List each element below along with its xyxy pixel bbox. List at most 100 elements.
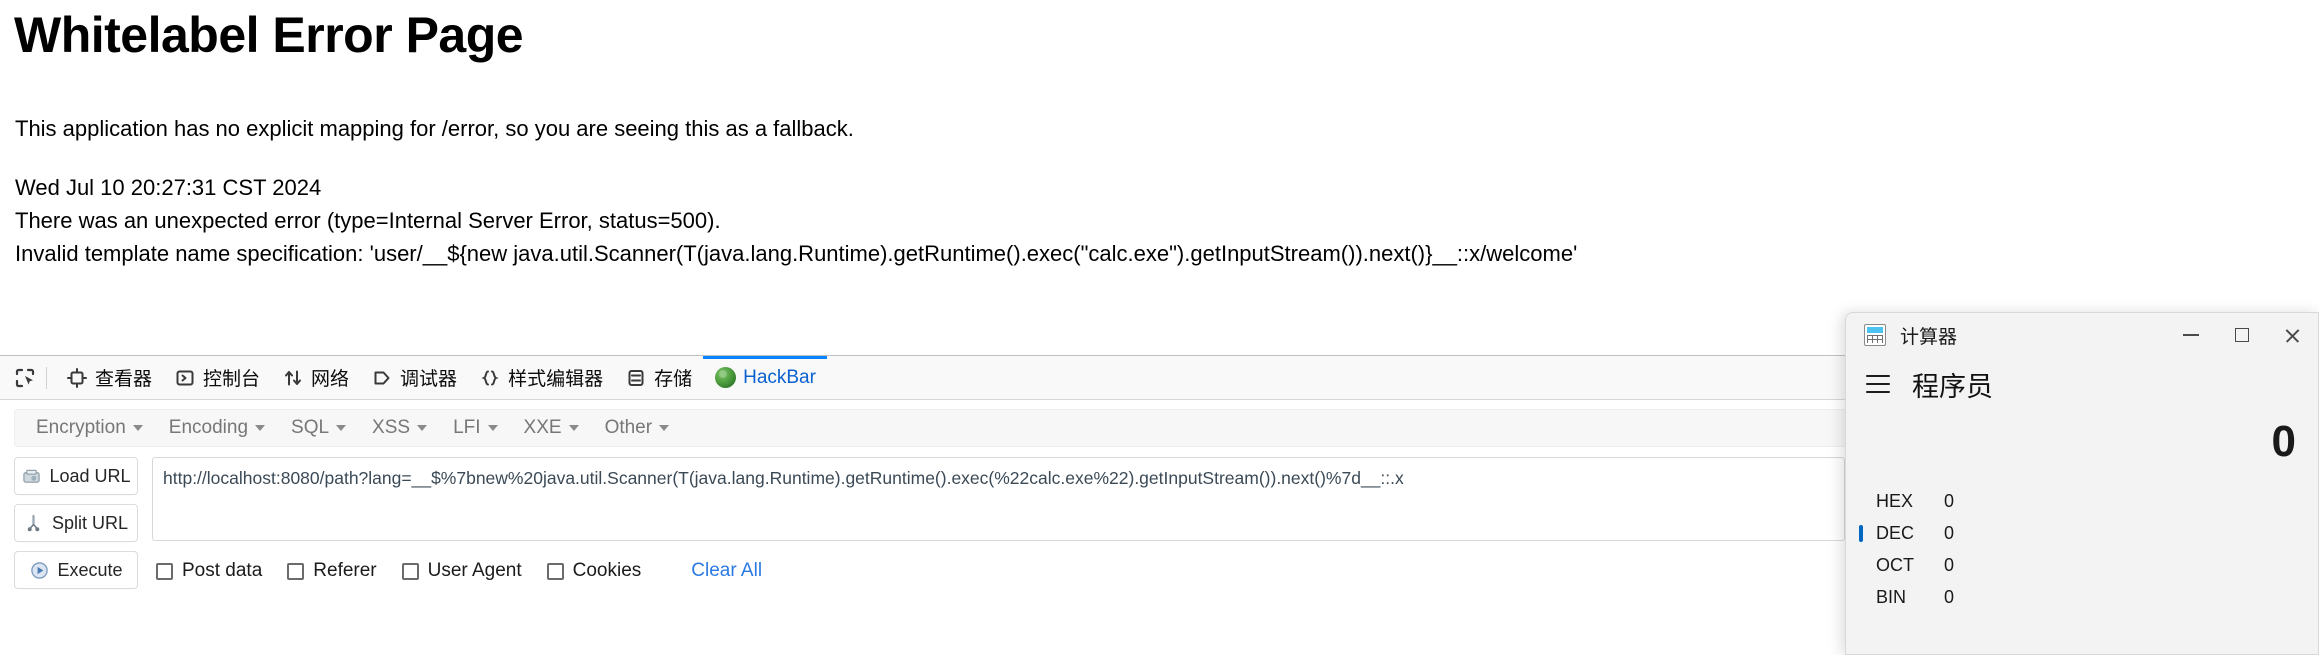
calculator-mode-row: 程序员 <box>1846 357 2318 403</box>
option-label: Cookies <box>572 560 642 581</box>
base-value: 0 <box>1944 586 1955 607</box>
menu-label: SQL <box>291 417 330 438</box>
tab-label: 样式编辑器 <box>508 369 604 390</box>
hamburger-menu-icon[interactable] <box>1866 375 1890 393</box>
base-name: DEC <box>1876 522 1915 543</box>
menu-label: XSS <box>372 417 411 438</box>
tab-label: 查看器 <box>95 369 153 390</box>
base-row-hex[interactable]: HEX 0 <box>1876 489 2318 513</box>
chevron-down-icon <box>255 425 266 431</box>
storage-icon <box>625 367 647 389</box>
calculator-mode-label: 程序员 <box>1912 371 1993 402</box>
base-row-oct[interactable]: OCT 0 <box>1876 553 2318 577</box>
base-name: BIN <box>1876 586 1907 607</box>
tab-debugger[interactable]: 调试器 <box>360 356 468 400</box>
checkbox[interactable] <box>287 562 305 580</box>
chevron-down-icon <box>568 425 579 431</box>
menu-xxe[interactable]: XXE <box>513 413 590 443</box>
base-row-dec[interactable]: DEC 0 <box>1859 521 2318 545</box>
debugger-icon <box>371 367 393 389</box>
button-label: Load URL <box>49 465 131 486</box>
base-name: OCT <box>1876 554 1914 575</box>
window-title: 计算器 <box>1900 326 1958 348</box>
base-row-bin[interactable]: BIN 0 <box>1876 585 2318 609</box>
calculator-titlebar: 计算器 <box>1846 313 2318 357</box>
menu-label: XXE <box>523 417 562 438</box>
load-url-icon <box>21 466 41 486</box>
menu-encryption[interactable]: Encryption <box>25 413 154 443</box>
menu-label: Encoding <box>168 417 249 438</box>
maximize-icon <box>2234 328 2249 342</box>
network-icon <box>282 367 304 389</box>
clear-all-link[interactable]: Clear All <box>691 560 762 582</box>
menu-other[interactable]: Other <box>594 413 681 443</box>
calculator-display: 0 <box>2271 417 2296 466</box>
option-post-data[interactable]: Post data <box>156 560 262 582</box>
chevron-down-icon <box>417 425 428 431</box>
calculator-icon <box>1864 324 1886 346</box>
tab-label: 控制台 <box>203 369 261 390</box>
execute-button[interactable]: Execute <box>14 551 138 589</box>
calculator-base-list: HEX 0 DEC 0 OCT 0 BIN 0 <box>1846 481 2318 609</box>
base-indicator <box>1859 493 1863 510</box>
error-summary: There was an unexpected error (type=Inte… <box>15 208 721 233</box>
load-url-button[interactable]: Load URL <box>14 457 138 495</box>
base-value: 0 <box>1944 522 1955 543</box>
toolbar-divider <box>46 366 47 389</box>
button-label: Split URL <box>51 512 129 533</box>
menu-encoding[interactable]: Encoding <box>158 413 276 443</box>
tab-console[interactable]: 控制台 <box>163 356 271 400</box>
screen: Whitelabel Error Page This application h… <box>0 0 2319 655</box>
menu-label: Other <box>604 417 653 438</box>
tab-inspector[interactable]: 查看器 <box>55 356 163 400</box>
option-label: Referer <box>313 560 377 581</box>
option-user-agent[interactable]: User Agent <box>401 560 522 582</box>
chevron-down-icon <box>659 425 670 431</box>
whitelabel-error-page: Whitelabel Error Page This application h… <box>0 0 2319 355</box>
tab-hackbar[interactable]: HackBar <box>703 355 827 400</box>
url-input[interactable]: http://localhost:8080/path?lang=__$%7bne… <box>152 457 1845 541</box>
tab-label: HackBar <box>743 366 816 388</box>
window-controls <box>2165 313 2318 357</box>
base-name: HEX <box>1876 490 1914 511</box>
option-label: Post data <box>182 560 263 581</box>
button-label: Execute <box>57 559 123 580</box>
fallback-notice: This application has no explicit mapping… <box>15 116 854 141</box>
tab-label: 存储 <box>654 369 693 390</box>
chevron-down-icon <box>132 425 143 431</box>
checkbox[interactable] <box>546 562 564 580</box>
inspector-icon <box>66 367 88 389</box>
base-value: 0 <box>1944 554 1955 575</box>
option-label: User Agent <box>427 560 522 581</box>
tab-network[interactable]: 网络 <box>271 356 360 400</box>
console-icon <box>174 367 196 389</box>
error-message: Invalid template name specification: 'us… <box>15 241 1578 266</box>
menu-xss[interactable]: XSS <box>361 413 438 443</box>
menu-lfi[interactable]: LFI <box>442 413 508 443</box>
base-indicator <box>1859 524 1863 542</box>
option-referer[interactable]: Referer <box>287 560 377 582</box>
page-title: Whitelabel Error Page <box>14 7 524 63</box>
error-timestamp: Wed Jul 10 20:27:31 CST 2024 <box>15 175 322 200</box>
split-url-icon <box>24 513 44 533</box>
tab-label: 网络 <box>311 369 350 390</box>
split-url-button[interactable]: Split URL <box>14 504 138 542</box>
chevron-down-icon <box>487 425 498 431</box>
menu-label: LFI <box>453 417 481 438</box>
checkbox[interactable] <box>156 562 173 580</box>
minimize-button[interactable] <box>2165 313 2216 357</box>
element-picker-icon[interactable] <box>8 361 42 395</box>
maximize-button[interactable] <box>2216 313 2267 357</box>
base-indicator <box>1859 589 1863 606</box>
menu-sql[interactable]: SQL <box>280 413 357 443</box>
close-button[interactable] <box>2267 313 2318 357</box>
style-editor-icon <box>479 367 501 389</box>
tab-style-editor[interactable]: 样式编辑器 <box>468 356 614 400</box>
base-indicator <box>1859 557 1863 574</box>
option-cookies[interactable]: Cookies <box>546 560 642 582</box>
calculator-window: 计算器 程序员 0 HEX 0 DEC 0 OCT 0 BIN 0 <box>1845 312 2319 655</box>
menu-label: Encryption <box>36 417 126 438</box>
checkbox[interactable] <box>401 562 419 580</box>
minimize-icon <box>2182 334 2199 336</box>
tab-storage[interactable]: 存储 <box>614 356 703 400</box>
